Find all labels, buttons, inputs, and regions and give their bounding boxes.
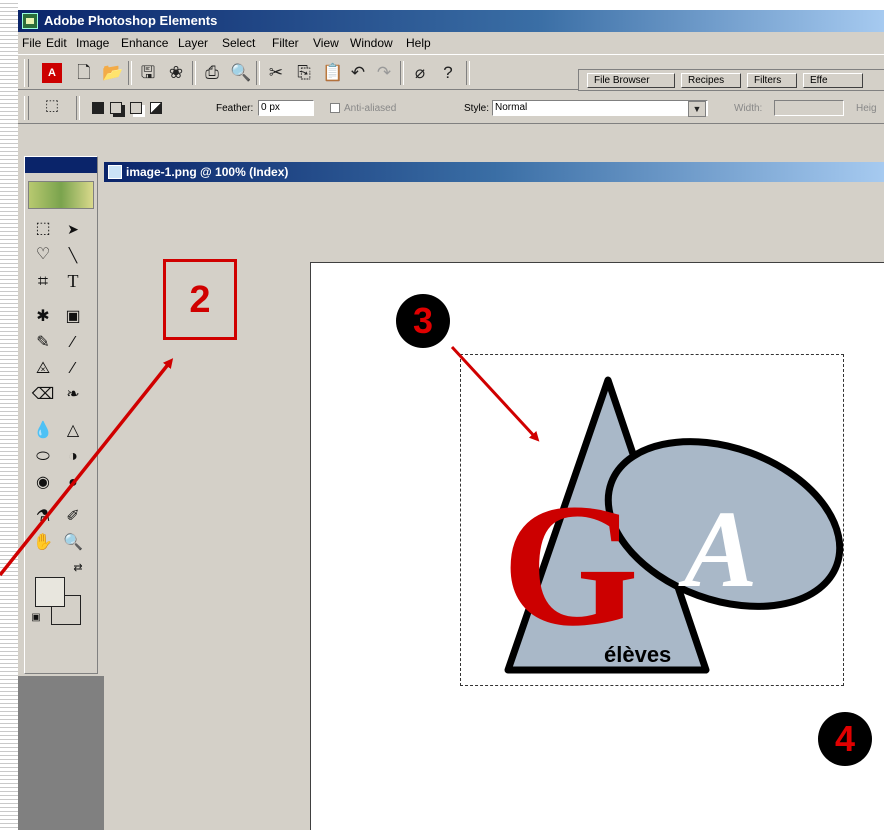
clone-stamp-icon[interactable]: ⚗ [29, 505, 57, 529]
document-title-bar[interactable]: image-1.png @ 100% (Index) [104, 162, 884, 182]
feather-label: Feather: [216, 103, 254, 114]
toolbar-separator [256, 61, 260, 85]
print-preview-icon[interactable]: 🔍 [230, 63, 251, 83]
app-title: Adobe Photoshop Elements [44, 13, 218, 28]
blur-icon[interactable]: 💧 [29, 419, 57, 443]
app-title-bar[interactable]: Adobe Photoshop Elements [18, 10, 884, 32]
intersect-selection-icon[interactable] [150, 102, 162, 114]
photoshop-window: Adobe Photoshop Elements File Edit Image… [18, 10, 884, 830]
document-title: image-1.png @ 100% (Index) [126, 165, 289, 179]
tab-filters[interactable]: Filters [747, 73, 797, 88]
adobe-logo-icon[interactable]: A [42, 63, 62, 83]
tab-file-browser[interactable]: File Browser [587, 73, 675, 88]
width-label: Width: [734, 103, 763, 114]
toolbox: ⬚ ➤ ♡ ╲ ⌗ T ✱ ▣ ✎ ∕ ⨻ ⁄ ⌫ ❧ 💧 △ ⬭ ◑ ◉ ● … [24, 156, 98, 674]
toolbar-separator [466, 61, 470, 85]
options-grip[interactable] [24, 96, 29, 120]
style-label: Style: [464, 103, 490, 114]
background-stripes [0, 0, 18, 830]
print-icon[interactable]: ⎙ [202, 63, 222, 83]
hand-tool-icon[interactable]: ✋ [29, 531, 57, 555]
menu-window[interactable]: Window [350, 36, 393, 50]
tab-recipes[interactable]: Recipes [681, 73, 741, 88]
photoshop-elements-icon [22, 13, 38, 29]
paint-bucket-icon[interactable]: ⨻ [29, 357, 57, 381]
menu-file[interactable]: File [22, 36, 41, 50]
marquee-preset-icon[interactable]: ⬚ [42, 96, 62, 116]
lasso-icon[interactable]: ♡ [29, 243, 57, 267]
menu-view[interactable]: View [313, 36, 339, 50]
undo-icon[interactable]: ↶ [348, 63, 368, 83]
toolbox-banner [28, 181, 94, 209]
sponge-icon[interactable]: ⬭ [29, 445, 57, 469]
width-input[interactable] [774, 100, 844, 116]
add-selection-icon[interactable] [110, 102, 122, 114]
type-tool-icon[interactable]: T [59, 269, 87, 293]
cut-icon[interactable]: ✂ [266, 63, 286, 83]
menu-enhance[interactable]: Enhance [121, 36, 168, 50]
tab-effects[interactable]: Effe [803, 73, 863, 88]
anti-aliased-label: Anti-aliased [344, 103, 397, 114]
zoom-tool-icon[interactable]: 🔍 [59, 531, 87, 555]
foreground-color-swatch[interactable] [35, 577, 65, 607]
default-colors-icon[interactable]: ▣ [29, 611, 43, 625]
step-backward-icon[interactable]: ⌀ [410, 63, 430, 83]
document-icon [108, 165, 122, 179]
annotation-badge-3: 3 [396, 294, 450, 348]
burn-icon[interactable]: ● [59, 471, 87, 495]
toolbar-separator [400, 61, 404, 85]
smudge-icon[interactable]: ❧ [59, 383, 87, 407]
chevron-down-icon[interactable]: ▼ [688, 101, 706, 117]
annotation-label-2: 2 [163, 259, 237, 340]
magic-wand-icon[interactable]: ╲ [59, 243, 87, 267]
dodge-icon[interactable]: ◑ [59, 445, 87, 469]
height-label: Heig [856, 103, 877, 114]
menu-bar: File Edit Image Enhance Layer Select Fil… [18, 32, 884, 54]
gradient-icon[interactable]: ▣ [59, 305, 87, 329]
toolbar-grip[interactable] [24, 59, 29, 87]
menu-help[interactable]: Help [406, 36, 431, 50]
options-separator [76, 96, 80, 120]
new-file-icon[interactable]: 🗋 [74, 63, 94, 83]
custom-shape-icon[interactable]: ✱ [29, 305, 57, 329]
palette-well: File Browser Recipes Filters Effe [578, 69, 884, 91]
paste-icon[interactable]: 📋 [322, 63, 343, 83]
copy-icon[interactable]: ⎘ [294, 63, 314, 83]
menu-image[interactable]: Image [76, 36, 109, 50]
brush-icon[interactable]: ∕ [59, 331, 87, 355]
impressionist-brush-icon[interactable]: ⁄ [59, 357, 87, 381]
workspace-gray [18, 676, 104, 830]
anti-aliased-checkbox[interactable] [330, 103, 340, 113]
shortcuts-toolbar: A 🗋 📂 🖫 ❀ ⎙ 🔍 ✂ ⎘ 📋 ↶ ↷ ⌀ ? File Browser… [18, 54, 884, 91]
pencil-icon[interactable]: ✎ [29, 331, 57, 355]
subtract-selection-icon[interactable] [130, 102, 142, 114]
save-icon[interactable]: 🖫 [138, 63, 158, 83]
redo-icon[interactable]: ↷ [374, 63, 394, 83]
toolbox-header[interactable] [25, 157, 97, 173]
red-eye-brush-icon[interactable]: ◉ [29, 471, 57, 495]
feather-input[interactable]: 0 px [258, 100, 314, 116]
open-folder-icon[interactable]: 📂 [102, 63, 123, 83]
eyedropper-icon[interactable]: ✐ [59, 505, 87, 529]
menu-filter[interactable]: Filter [272, 36, 299, 50]
menu-edit[interactable]: Edit [46, 36, 67, 50]
rect-marquee-icon[interactable]: ⬚ [29, 217, 57, 241]
menu-select[interactable]: Select [222, 36, 255, 50]
sharpen-icon[interactable]: △ [59, 419, 87, 443]
style-select[interactable]: Normal [492, 100, 708, 116]
move-tool-icon[interactable]: ➤ [59, 217, 87, 241]
swap-colors-icon[interactable]: ⇄ [71, 561, 85, 575]
save-for-web-icon[interactable]: ❀ [166, 63, 186, 83]
new-selection-icon[interactable] [92, 102, 104, 114]
toolbar-separator [192, 61, 196, 85]
selection-marquee[interactable] [460, 354, 844, 686]
annotation-badge-4: 4 [818, 712, 872, 766]
toolbar-separator [128, 61, 132, 85]
eraser-icon[interactable]: ⌫ [29, 383, 57, 407]
help-icon[interactable]: ? [438, 63, 458, 83]
options-bar: ⬚ Feather: 0 px Anti-aliased Style: Norm… [18, 92, 884, 124]
menu-layer[interactable]: Layer [178, 36, 208, 50]
crop-icon[interactable]: ⌗ [29, 269, 57, 293]
